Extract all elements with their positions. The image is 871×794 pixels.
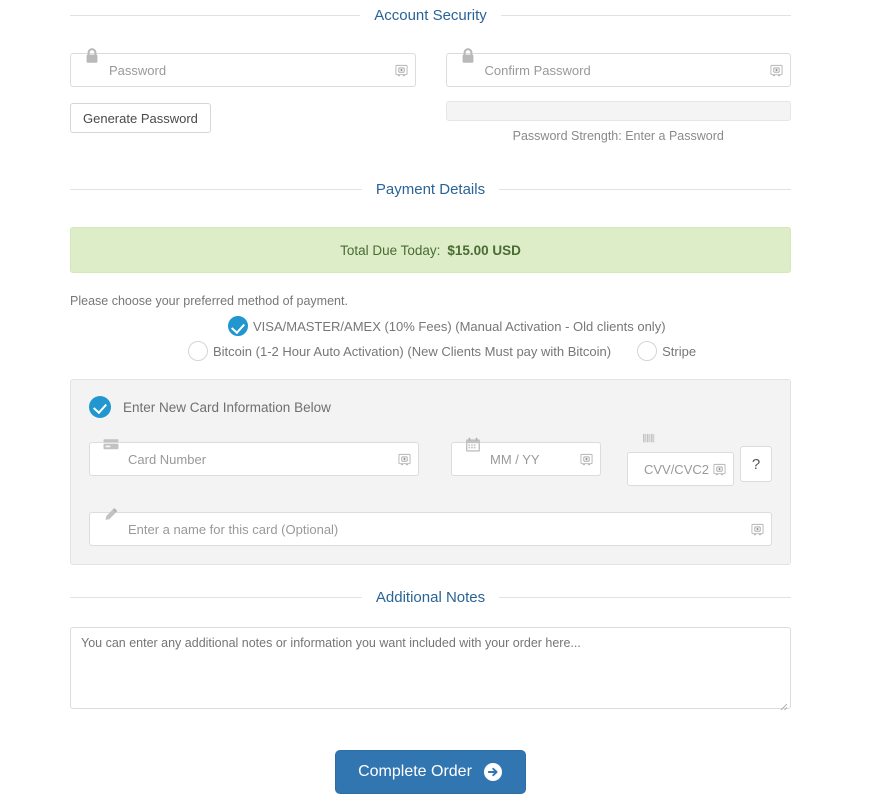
password-manager-icon[interactable] [713, 463, 726, 476]
section-heading-additional-notes: Additional Notes [70, 589, 792, 606]
section-title-payment-details: Payment Details [375, 181, 486, 198]
payment-method-instruction: Please choose your preferred method of p… [70, 294, 348, 308]
password-manager-icon[interactable] [580, 453, 593, 466]
section-title-account-security: Account Security [374, 7, 487, 24]
cvv-help-button[interactable]: ? [740, 446, 772, 482]
payment-method-option-stripe[interactable]: Stripe [637, 341, 696, 361]
card-name-placeholder: Enter a name for this card (Optional) [128, 521, 339, 537]
expiry-field[interactable]: MM / YY [451, 437, 601, 476]
legend-rule-left [70, 15, 361, 16]
check-circle-icon[interactable] [89, 396, 111, 418]
section-heading-payment-details: Payment Details [70, 182, 791, 197]
new-card-label: Enter New Card Information Below [123, 399, 331, 415]
card-number-field[interactable]: Card Number [89, 439, 419, 476]
additional-notes-textarea[interactable] [70, 627, 791, 709]
cvv-placeholder: CVV/CVC2 [643, 461, 709, 477]
form-container: Account Security Password Generate Passw… [70, 0, 792, 794]
password-field[interactable]: Password [70, 48, 416, 87]
card-number-column: Card Number [89, 439, 419, 476]
card-information-panel: Enter New Card Information Below Card Nu… [70, 379, 791, 565]
password-manager-icon[interactable] [751, 523, 764, 536]
card-name-row: Enter a name for this card (Optional) [89, 507, 772, 546]
radio-selected-icon[interactable] [228, 316, 248, 336]
password-strength-label: Password Strength: Enter a Password [512, 129, 724, 143]
legend-rule-right [499, 189, 791, 190]
expiry-column: MM / YY [451, 437, 601, 476]
card-number-placeholder: Card Number [128, 451, 207, 467]
expiry-placeholder: MM / YY [490, 451, 540, 467]
section-title-additional-notes: Additional Notes [375, 589, 486, 606]
password-strength-bar [445, 101, 791, 121]
radio-unselected-icon[interactable] [637, 341, 658, 361]
password-manager-icon[interactable] [398, 453, 411, 466]
payment-method-option-bitcoin[interactable]: Bitcoin (1-2 Hour Auto Activation) (New … [188, 341, 611, 361]
legend-rule-left [70, 597, 362, 598]
confirm-password-field[interactable]: Confirm Password [445, 48, 791, 87]
legend-rule-left [70, 189, 362, 190]
password-placeholder: Password [109, 62, 167, 78]
payment-method-option-card[interactable]: VISA/MASTER/AMEX (10% Fees) (Manual Acti… [228, 316, 666, 336]
payment-method-label: Stripe [662, 343, 697, 359]
section-heading-account-security: Account Security [70, 8, 791, 23]
submit-row: Complete Order [70, 750, 791, 794]
complete-order-label: Complete Order [358, 763, 472, 780]
total-due-banner: Total Due Today: $15.00 USD [70, 227, 791, 273]
barcode-icon [641, 433, 659, 451]
password-manager-icon[interactable] [394, 64, 408, 77]
payment-method-row-1: VISA/MASTER/AMEX (10% Fees) (Manual Acti… [70, 316, 791, 336]
card-name-field[interactable]: Enter a name for this card (Optional) [89, 507, 772, 546]
total-due-label: Total Due Today: [340, 242, 441, 258]
new-card-header[interactable]: Enter New Card Information Below [89, 396, 772, 418]
confirm-password-placeholder: Confirm Password [484, 62, 591, 78]
payment-method-label: VISA/MASTER/AMEX (10% Fees) (Manual Acti… [253, 318, 666, 334]
cvv-field[interactable]: CVV/CVC2 [627, 452, 734, 486]
generate-password-button[interactable]: Generate Password [70, 103, 211, 133]
complete-order-button[interactable]: Complete Order [335, 750, 526, 794]
total-due-amount: $15.00 USD [447, 242, 521, 258]
arrow-right-circle-icon [483, 762, 503, 782]
radio-unselected-icon[interactable] [188, 341, 208, 361]
cvv-column: CVV/CVC2 ? [627, 433, 772, 486]
order-form-page: Account Security Password Generate Passw… [0, 0, 871, 794]
payment-method-row-2: Bitcoin (1-2 Hour Auto Activation) (New … [70, 341, 791, 361]
password-fields-row: Password Generate Password Confirm Passw… [70, 48, 791, 143]
legend-rule-right [499, 597, 792, 598]
confirm-password-column: Confirm Password Password Strength: Ente… [445, 48, 791, 143]
notes-wrapper [70, 627, 791, 712]
payment-method-label: Bitcoin (1-2 Hour Auto Activation) (New … [213, 343, 612, 359]
card-inputs-row: Card Number MM / YY CVV/CVC2 ? [89, 433, 772, 486]
password-column: Password Generate Password [70, 48, 416, 143]
legend-rule-right [500, 15, 791, 16]
password-manager-icon[interactable] [770, 64, 783, 77]
